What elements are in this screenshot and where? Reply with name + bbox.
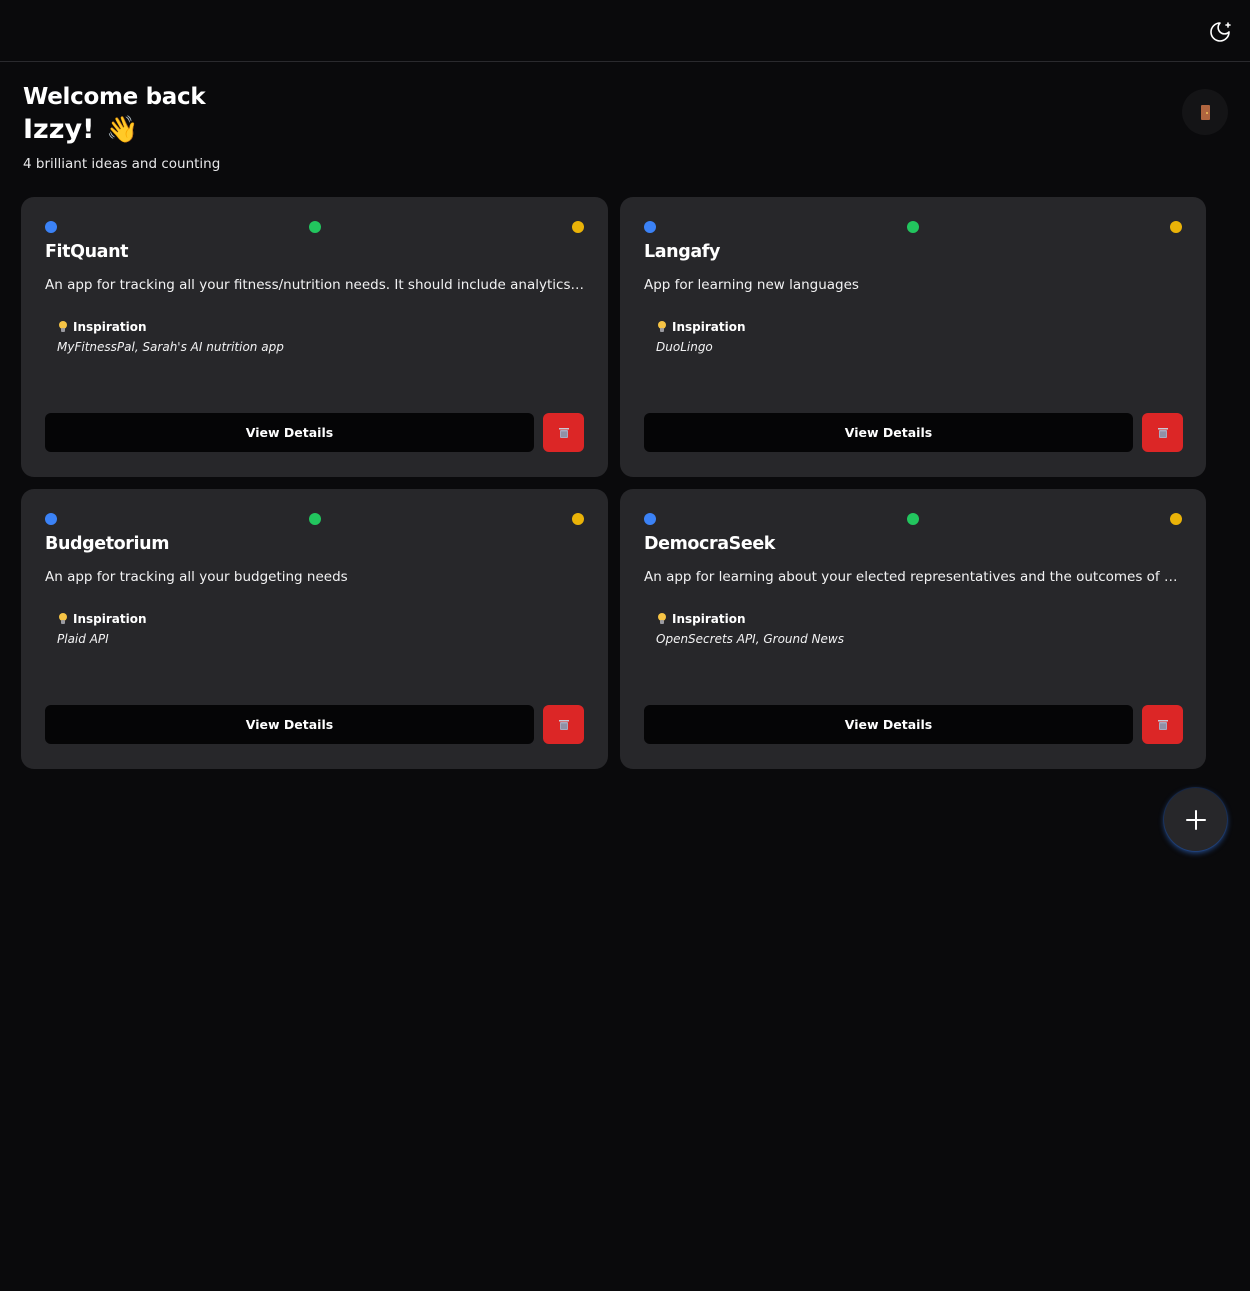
window-dots xyxy=(45,221,584,233)
ideas-grid: FitQuant An app for tracking all your fi… xyxy=(21,197,1206,769)
idea-description: An app for tracking all your fitness/nut… xyxy=(45,277,584,293)
green-dot xyxy=(308,513,321,525)
lightbulb-icon xyxy=(658,613,666,625)
view-details-button[interactable]: View Details xyxy=(644,413,1133,452)
waving-hand-icon: 👋 xyxy=(106,115,139,145)
inspiration-text: OpenSecrets API, Ground News xyxy=(656,632,844,646)
moon-sparkle-icon[interactable] xyxy=(1208,20,1232,44)
green-dot xyxy=(907,513,919,525)
idea-title: Budgetorium xyxy=(45,534,170,554)
plus-icon xyxy=(1185,809,1206,830)
delete-button[interactable] xyxy=(1142,705,1183,744)
idea-card: Budgetorium An app for tracking all your… xyxy=(21,489,608,769)
view-details-button[interactable]: View Details xyxy=(45,413,534,452)
idea-description: App for learning new languages xyxy=(644,277,859,293)
lightbulb-icon xyxy=(658,321,666,333)
blue-dot xyxy=(45,221,57,233)
delete-button[interactable] xyxy=(543,705,584,744)
inspiration-label: Inspiration xyxy=(672,320,746,334)
green-dot xyxy=(308,221,321,233)
yellow-dot xyxy=(572,513,584,525)
lightbulb-icon xyxy=(59,613,67,625)
delete-button[interactable] xyxy=(543,413,584,452)
inspiration-label: Inspiration xyxy=(73,612,147,626)
inspiration-heading: Inspiration xyxy=(658,320,746,334)
idea-count: 4 brilliant ideas and counting xyxy=(23,156,221,172)
door-icon xyxy=(1200,104,1210,120)
logout-button[interactable] xyxy=(1182,89,1228,135)
welcome-heading: Welcome back xyxy=(23,84,206,110)
yellow-dot xyxy=(1170,221,1182,233)
inspiration-text: MyFitnessPal, Sarah's AI nutrition app xyxy=(57,340,284,354)
idea-card: FitQuant An app for tracking all your fi… xyxy=(21,197,608,477)
inspiration-text: DuoLingo xyxy=(656,340,713,354)
welcome-section: Welcome back Izzy! 👋 4 brilliant ideas a… xyxy=(23,82,220,172)
delete-button[interactable] xyxy=(1142,413,1183,452)
inspiration-label: Inspiration xyxy=(672,612,746,626)
trash-icon xyxy=(558,719,569,730)
blue-dot xyxy=(644,221,656,233)
idea-card: DemocraSeek An app for learning about yo… xyxy=(620,489,1206,769)
trash-icon xyxy=(1157,427,1168,438)
user-greeting: Izzy! 👋 xyxy=(23,112,220,148)
yellow-dot xyxy=(572,221,584,233)
inspiration-label: Inspiration xyxy=(73,320,147,334)
user-name: Izzy! xyxy=(23,114,95,145)
window-dots xyxy=(45,513,584,525)
lightbulb-icon xyxy=(59,321,67,333)
top-bar xyxy=(0,0,1250,62)
inspiration-heading: Inspiration xyxy=(59,612,147,626)
idea-description: An app for learning about your elected r… xyxy=(644,569,1182,585)
inspiration-heading: Inspiration xyxy=(658,612,746,626)
inspiration-heading: Inspiration xyxy=(59,320,147,334)
idea-title: DemocraSeek xyxy=(644,534,776,554)
idea-title: Langafy xyxy=(644,242,720,262)
trash-icon xyxy=(558,427,569,438)
window-dots xyxy=(644,221,1182,233)
inspiration-text: Plaid API xyxy=(57,632,109,646)
idea-card: Langafy App for learning new languages I… xyxy=(620,197,1206,477)
add-idea-button[interactable] xyxy=(1164,788,1227,851)
window-dots xyxy=(644,513,1182,525)
view-details-button[interactable]: View Details xyxy=(45,705,534,744)
blue-dot xyxy=(644,513,656,525)
idea-title: FitQuant xyxy=(45,242,129,262)
yellow-dot xyxy=(1170,513,1182,525)
idea-description: An app for tracking all your budgeting n… xyxy=(45,569,348,585)
green-dot xyxy=(907,221,919,233)
view-details-button[interactable]: View Details xyxy=(644,705,1133,744)
trash-icon xyxy=(1157,719,1168,730)
blue-dot xyxy=(45,513,57,525)
